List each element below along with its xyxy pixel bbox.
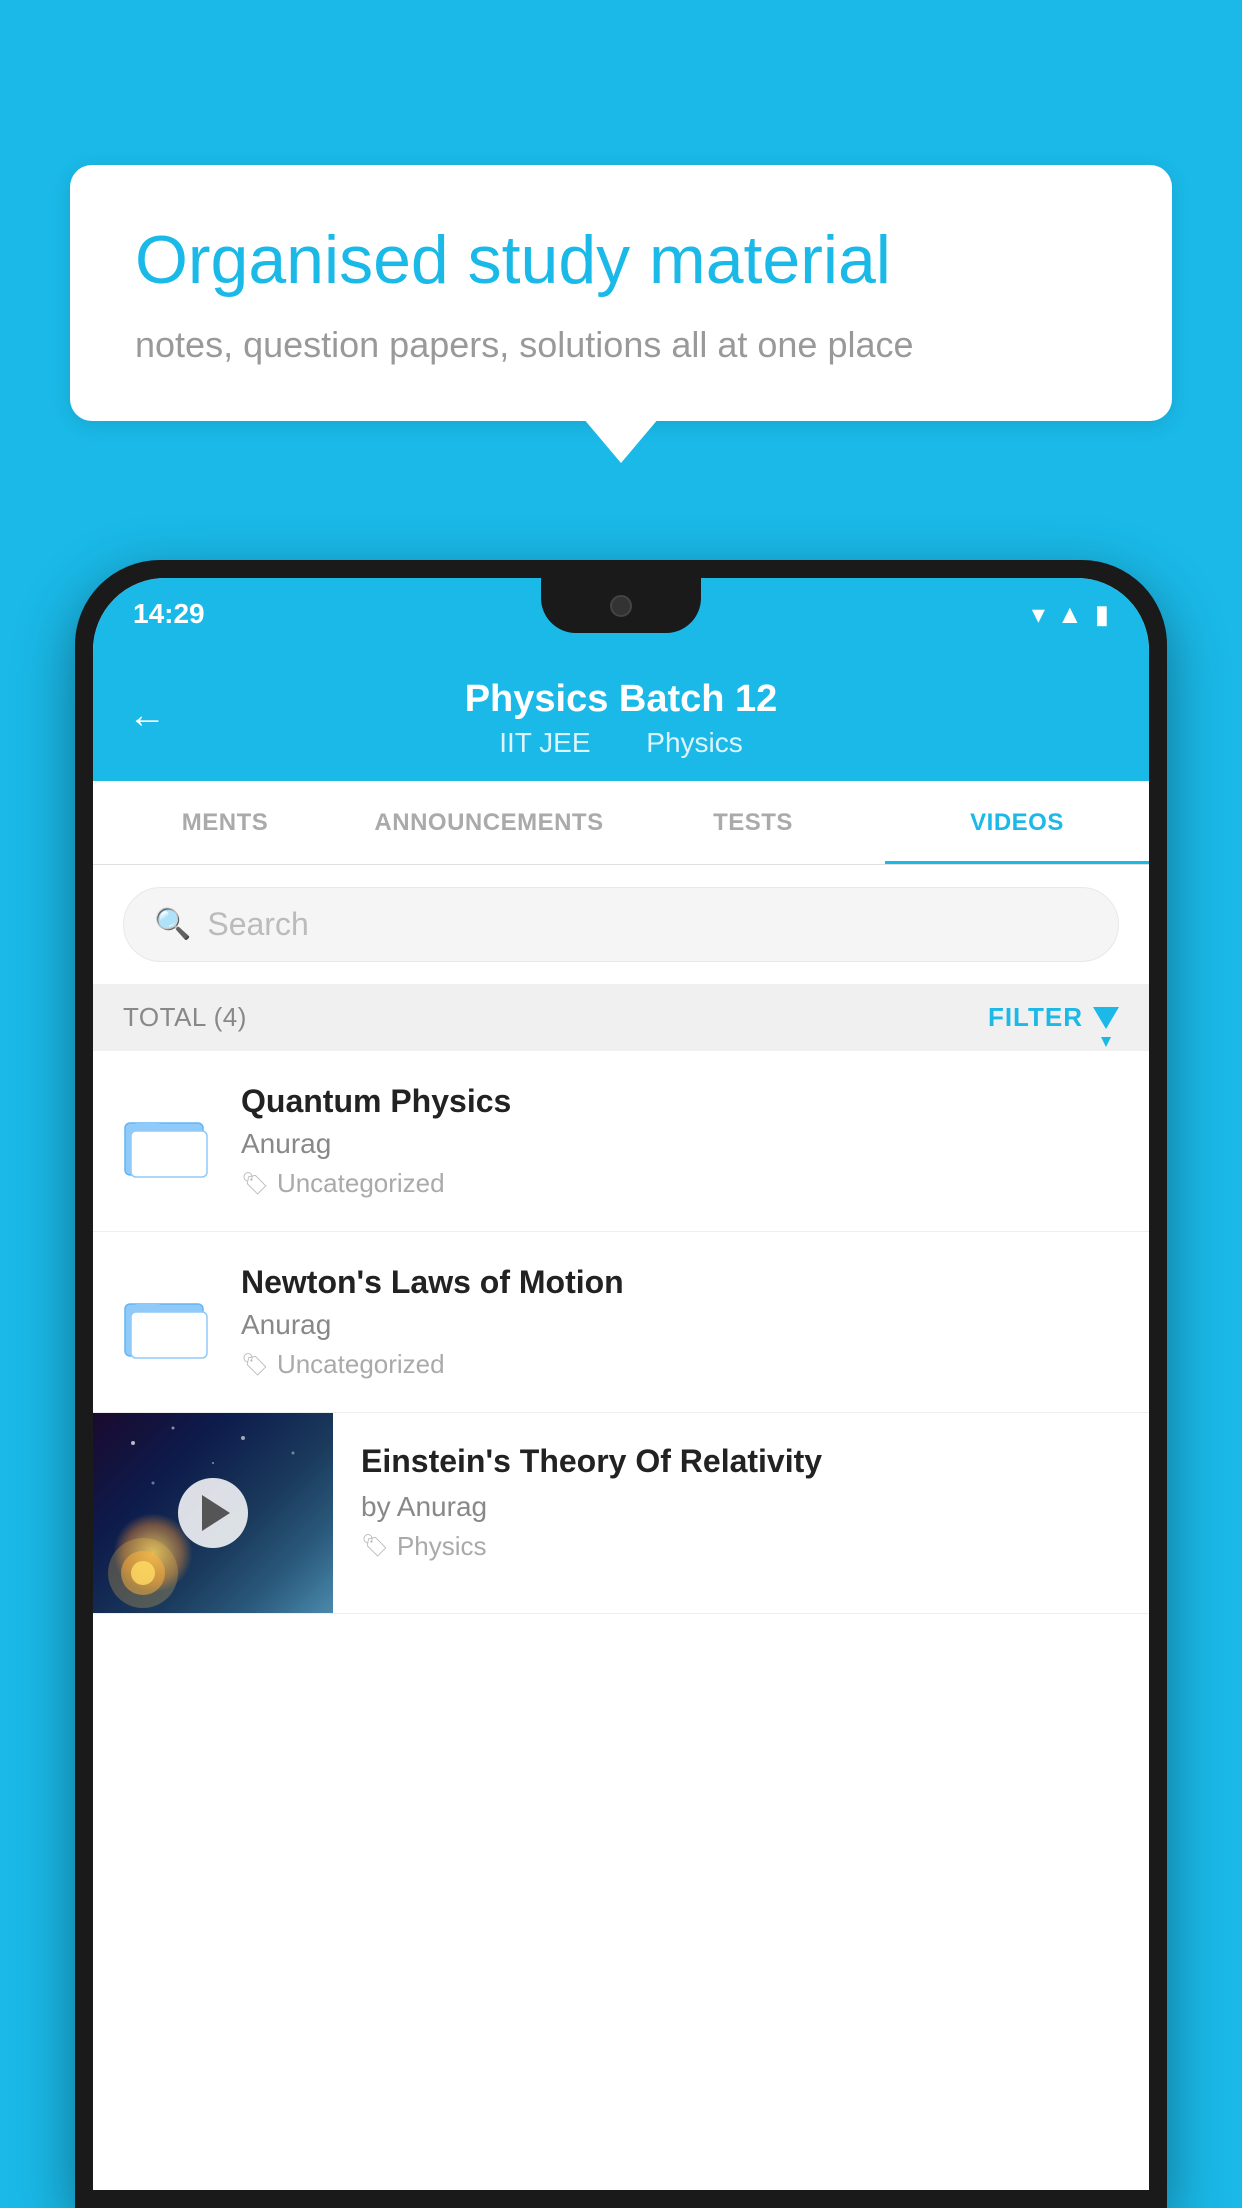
status-bar: 14:29 ▾ ▲ ▮ (93, 578, 1149, 650)
video-tag: 🏷 Uncategorized (241, 1349, 1119, 1380)
signal-icon: ▲ (1057, 599, 1083, 630)
notch (541, 578, 701, 633)
search-bar[interactable]: 🔍 Search (123, 887, 1119, 962)
bubble-subtitle: notes, question papers, solutions all at… (135, 324, 1107, 366)
camera-icon (610, 595, 632, 617)
video-author: by Anurag (361, 1491, 1119, 1523)
play-icon (202, 1495, 230, 1531)
phone-frame: 14:29 ▾ ▲ ▮ ← Physics Batch 12 IIT JEE P… (75, 560, 1167, 2208)
folder-icon (123, 1101, 213, 1181)
tab-announcements[interactable]: ANNOUNCEMENTS (357, 781, 621, 864)
tab-ments[interactable]: MENTS (93, 781, 357, 864)
status-time: 14:29 (133, 598, 205, 630)
back-button[interactable]: ← (128, 694, 166, 737)
video-info: Einstein's Theory Of Relativity by Anura… (333, 1413, 1149, 1590)
filter-bar: TOTAL (4) FILTER (93, 984, 1149, 1051)
list-item[interactable]: Newton's Laws of Motion Anurag 🏷 Uncateg… (93, 1232, 1149, 1413)
search-icon: 🔍 (154, 907, 191, 942)
video-info: Quantum Physics Anurag 🏷 Uncategorized (241, 1083, 1119, 1199)
video-title: Quantum Physics (241, 1083, 1119, 1120)
tab-videos[interactable]: VIDEOS (885, 781, 1149, 864)
header-subtitle-physics: Physics (646, 727, 742, 758)
video-thumbnail (93, 1413, 333, 1613)
phone-screen: 14:29 ▾ ▲ ▮ ← Physics Batch 12 IIT JEE P… (93, 578, 1149, 2190)
wifi-icon: ▾ (1032, 599, 1045, 630)
total-count-label: TOTAL (4) (123, 1002, 247, 1033)
battery-icon: ▮ (1095, 599, 1109, 630)
video-tag: 🏷 Uncategorized (241, 1168, 1119, 1199)
folder-icon (123, 1282, 213, 1362)
tab-tests[interactable]: TESTS (621, 781, 885, 864)
tag-icon: 🏷 (361, 1533, 389, 1559)
tag-icon: 🏷 (241, 1171, 269, 1197)
search-input[interactable]: Search (207, 906, 308, 943)
video-list: Quantum Physics Anurag 🏷 Uncategorized (93, 1051, 1149, 2190)
video-author: Anurag (241, 1309, 1119, 1341)
tabs: MENTS ANNOUNCEMENTS TESTS VIDEOS (93, 781, 1149, 865)
video-title: Newton's Laws of Motion (241, 1264, 1119, 1301)
filter-button[interactable]: FILTER (988, 1002, 1119, 1033)
app-header: ← Physics Batch 12 IIT JEE Physics (93, 650, 1149, 781)
header-subtitle-iitjee: IIT JEE (499, 727, 590, 758)
header-subtitle: IIT JEE Physics (133, 727, 1109, 759)
tag-icon: 🏷 (241, 1352, 269, 1378)
video-info: Newton's Laws of Motion Anurag 🏷 Uncateg… (241, 1264, 1119, 1380)
search-container: 🔍 Search (93, 865, 1149, 984)
list-item[interactable]: Einstein's Theory Of Relativity by Anura… (93, 1413, 1149, 1614)
header-title: Physics Batch 12 (133, 678, 1109, 721)
video-title: Einstein's Theory Of Relativity (361, 1441, 1119, 1483)
play-button[interactable] (178, 1478, 248, 1548)
video-tag: 🏷 Physics (361, 1531, 1119, 1562)
bubble-title: Organised study material (135, 220, 1107, 302)
video-author: Anurag (241, 1128, 1119, 1160)
speech-bubble: Organised study material notes, question… (70, 165, 1172, 421)
filter-icon (1093, 1007, 1119, 1029)
status-icons: ▾ ▲ ▮ (1032, 599, 1109, 630)
list-item[interactable]: Quantum Physics Anurag 🏷 Uncategorized (93, 1051, 1149, 1232)
